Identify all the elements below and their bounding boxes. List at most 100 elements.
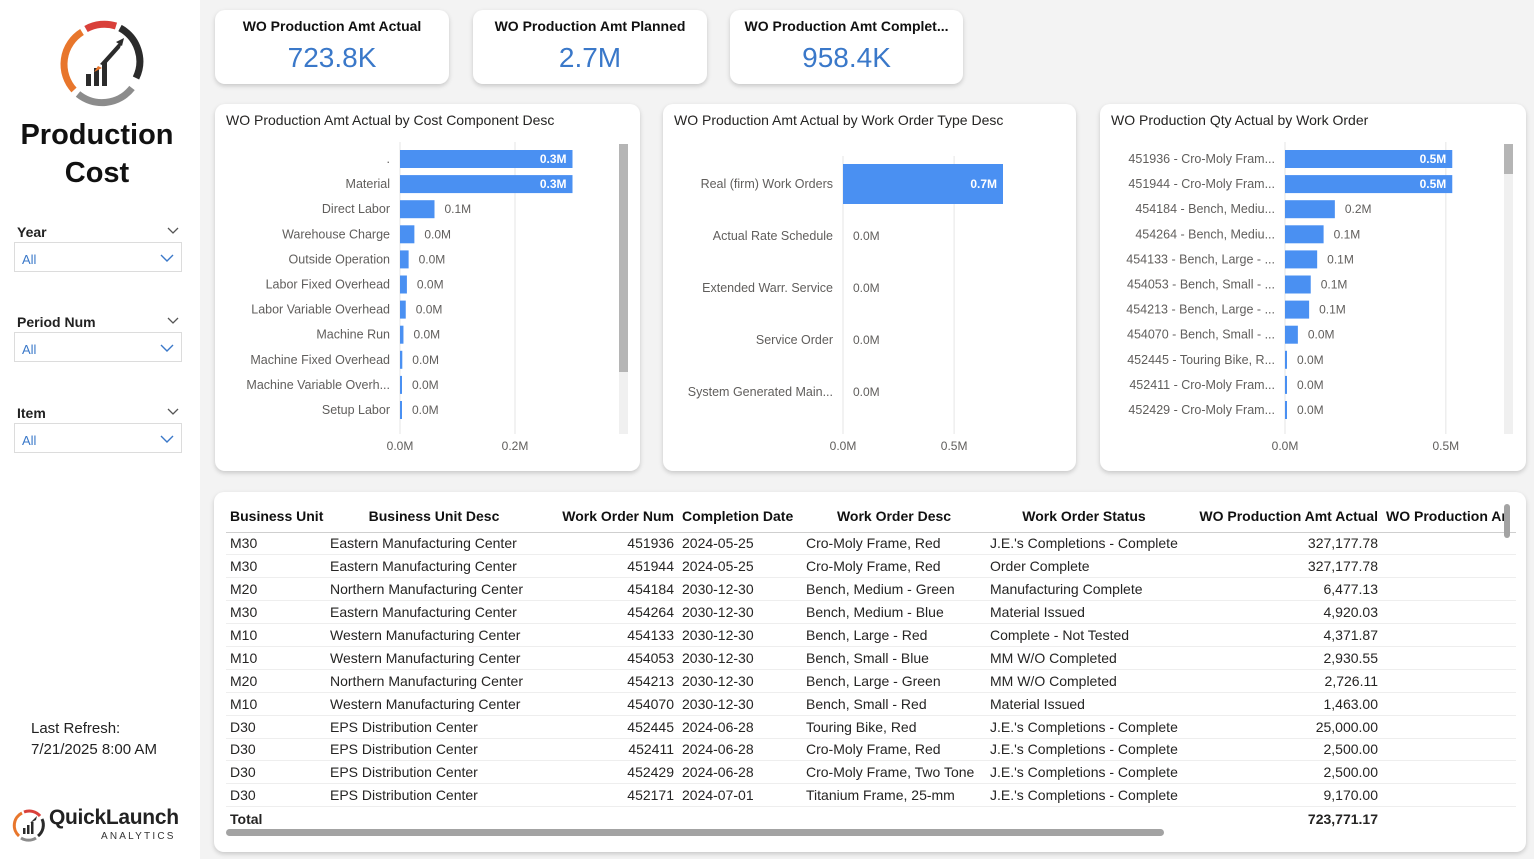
period-num-dropdown-value: All [22,342,37,357]
kpi-card-amt-actual[interactable]: WO Production Amt Actual 723.8K [215,10,449,84]
table-cell: 451936 [542,532,678,556]
column-header[interactable]: Work Order Status [986,500,1182,533]
table-cell [1382,760,1516,785]
table-cell: Complete - Not Tested [986,623,1182,647]
item-dropdown[interactable]: All [14,423,182,453]
chevron-down-icon[interactable] [166,226,180,236]
bar [1285,350,1287,369]
table-row[interactable]: M30 Eastern Manufacturing Center 454264 203… [226,600,1516,625]
table-row[interactable]: M10 Western Manufacturing Center 454070 203… [226,692,1516,716]
table-row[interactable]: D30 EPS Distribution Center 452445 2024-06-… [226,715,1516,739]
table-cell [1382,532,1516,556]
table-cell: 452411 [542,738,678,762]
chart-qty-by-work-order[interactable]: 0.0M 0.5M 451936 - Cro-Moly Fram... 0.5M 451… [1100,104,1526,471]
table-cell: MM W/O Completed [986,669,1182,693]
table-cell: D30 [226,783,326,808]
table-row[interactable]: M20 Northern Manufacturing Center 454213 20… [226,669,1516,693]
data-label: 0.0M [417,278,444,292]
bar [400,275,407,294]
table-cell: Bench, Large - Red [802,623,986,647]
table-cell: Eastern Manufacturing Center [326,554,542,579]
chart-work-order-type[interactable]: 0.0M 0.5M Real (firm) Work Orders 0.7M Actua… [663,104,1076,471]
work-order-table-card[interactable]: Business Unit Business Unit Desc Work Or… [214,492,1526,852]
table-cell: 2024-06-28 [678,738,802,762]
item-dropdown-value: All [22,433,37,448]
column-header[interactable]: Work Order Num [542,500,678,533]
table-cell: D30 [226,715,326,739]
table-cell: 1, [1382,715,1516,739]
data-label: 0.5M [1420,177,1447,191]
table-cell: Northern Manufacturing Center [326,577,542,602]
last-refresh-value: 7/21/2025 8:00 AM [31,741,157,758]
kpi-card-amt-planned[interactable]: WO Production Amt Planned 2.7M [473,10,707,84]
column-header[interactable]: WO Production An [1382,500,1516,533]
table-cell: Eastern Manufacturing Center [326,532,542,556]
table-cell: 4,920.03 [1182,600,1382,625]
column-header[interactable]: Business Unit Desc [326,500,542,533]
total-cell [542,806,678,830]
table-cell: J.E.'s Completions - Complete [986,760,1182,785]
table-cell: J.E.'s Completions - Complete [986,715,1182,739]
data-label: 0.0M [419,252,446,266]
table-cell [1382,600,1516,625]
table-total-row: Total 723,771.172,6 [226,806,1516,830]
page-title: Production Cost [0,116,194,192]
data-label: 0.2M [1345,202,1372,216]
table-row[interactable]: M10 Western Manufacturing Center 454133 203… [226,623,1516,647]
chevron-down-icon[interactable] [166,407,180,417]
table-cell: 2,500.00 [1182,760,1382,785]
column-header[interactable]: WO Production Amt Actual [1182,500,1382,533]
x-tick-label: 0.0M [1272,439,1299,453]
table-cell: 4,371.87 [1182,623,1382,647]
kpi-value: 2.7M [558,42,622,73]
table-cell: 2024-07-01 [678,783,802,808]
category-label: Direct Labor [322,202,390,216]
category-label: 452429 - Cro-Moly Fram... [1128,403,1275,417]
kpi-card-amt-completed[interactable]: WO Production Amt Complet... 958.4K [730,10,963,84]
data-label: 0.0M [1297,353,1324,367]
table-cell: Material Issued [986,600,1182,625]
x-tick-label: 0.5M [941,439,968,453]
table-cell: Bench, Small - Blue [802,646,986,670]
horizontal-scrollbar[interactable] [226,829,1164,836]
table-cell: EPS Distribution Center [326,760,542,785]
period-num-dropdown[interactable]: All [14,332,182,362]
category-label: Service Order [756,333,833,347]
column-header[interactable]: Work Order Desc [802,500,986,533]
table-row[interactable]: M20 Northern Manufacturing Center 454184 20… [226,577,1516,602]
data-label: 0.0M [412,378,439,392]
bar [400,200,435,219]
table-cell: Western Manufacturing Center [326,623,542,647]
bar [1285,275,1311,294]
chevron-down-icon[interactable] [166,316,180,326]
table-row[interactable]: M30 Eastern Manufacturing Center 451944 202… [226,554,1516,579]
table-cell: Cro-Moly Frame, Two Tone [802,760,986,785]
bar-chart-svg: 0.0M 0.5M Real (firm) Work Orders 0.7M Actua… [688,156,1003,453]
rocket-gauge-logo-icon [60,20,144,107]
table-row[interactable]: M30 Eastern Manufacturing Center 451936 202… [226,532,1516,556]
table-cell: M10 [226,692,326,716]
table-cell: EPS Distribution Center [326,738,542,762]
table-cell: 451944 [542,554,678,579]
table-row[interactable]: D30 EPS Distribution Center 452411 2024-06-… [226,738,1516,762]
column-header[interactable]: Business Unit [226,500,326,533]
table-cell: 327,177.78 [1182,554,1382,579]
vertical-scrollbar[interactable] [1504,504,1510,538]
category-label: 454184 - Bench, Mediu... [1135,202,1275,216]
column-header[interactable]: Completion Date [678,500,802,533]
table-cell [1382,783,1516,808]
table-row[interactable]: D30 EPS Distribution Center 452429 2024-06-… [226,760,1516,785]
total-cell [326,806,542,830]
table-cell: J.E.'s Completions - Complete [986,783,1182,808]
year-dropdown[interactable]: All [14,242,182,272]
chart-cost-component[interactable]: 0.0M 0.2M. 0.3M Material 0.3M Direct Labor 0.1… [215,104,640,471]
table-cell: M10 [226,623,326,647]
table-cell [1382,669,1516,693]
kpi-title: WO Production Amt Complet... [744,18,949,34]
scrollbar-track [1504,144,1513,434]
table-viewport: Business Unit Business Unit Desc Work Or… [226,500,1516,830]
table-row[interactable]: D30 EPS Distribution Center 452171 2024-07-… [226,783,1516,808]
kpi-value: 723.8K [287,42,377,73]
table-row[interactable]: M10 Western Manufacturing Center 454053 203… [226,646,1516,670]
scrollbar-thumb [1504,144,1513,174]
